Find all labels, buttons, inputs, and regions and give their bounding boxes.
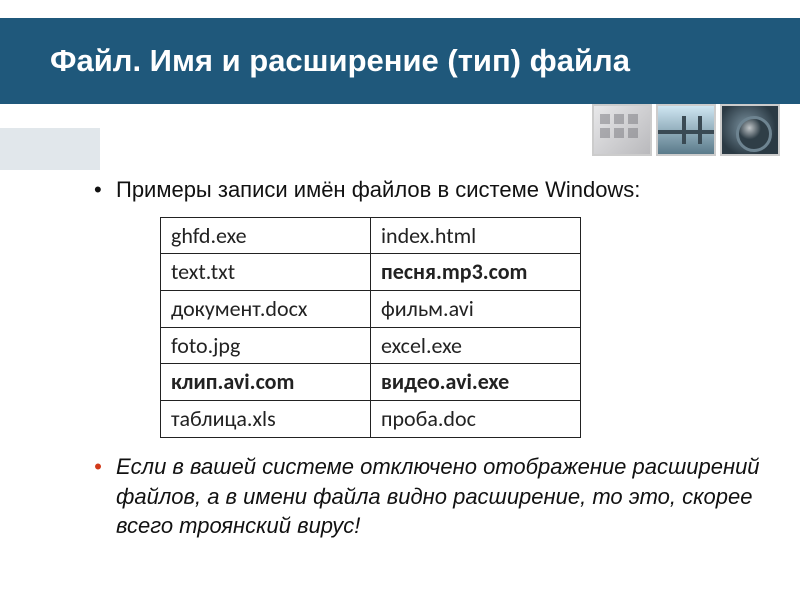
filename-cell: песня.mp3.com	[371, 254, 581, 291]
bridge-icon	[656, 104, 716, 156]
title-band: Файл. Имя и расширение (тип) файла	[0, 18, 800, 104]
camera-lens-icon	[720, 104, 780, 156]
filename-cell: проба.doc	[371, 401, 581, 438]
table-row: foto.jpgexcel.exe	[161, 327, 581, 364]
filenames-tbody: ghfd.exeindex.htmltext.txtпесня.mp3.comд…	[161, 217, 581, 437]
filename-cell: фильм.avi	[371, 291, 581, 328]
warning-text: Если в вашей системе отключено отображен…	[116, 454, 760, 538]
intro-bullet: Примеры записи имён файлов в системе Win…	[90, 175, 770, 438]
decorative-thumbnails	[592, 104, 780, 156]
filename-cell: foto.jpg	[161, 327, 371, 364]
table-row: клип.avi.comвидео.avi.exe	[161, 364, 581, 401]
table-row: text.txtпесня.mp3.com	[161, 254, 581, 291]
filename-cell: text.txt	[161, 254, 371, 291]
filename-cell: документ.docx	[161, 291, 371, 328]
content-area: Примеры записи имён файлов в системе Win…	[90, 175, 770, 541]
filename-cell: index.html	[371, 217, 581, 254]
intro-text: Примеры записи имён файлов в системе Win…	[116, 177, 640, 202]
table-row: таблица.xlsпроба.doc	[161, 401, 581, 438]
table-row: ghfd.exeindex.html	[161, 217, 581, 254]
keyboard-icon	[592, 104, 652, 156]
filenames-table: ghfd.exeindex.htmltext.txtпесня.mp3.comд…	[160, 217, 581, 438]
warning-bullet: Если в вашей системе отключено отображен…	[90, 452, 770, 541]
slide-title: Файл. Имя и расширение (тип) файла	[50, 43, 630, 79]
filename-cell: таблица.xls	[161, 401, 371, 438]
filename-cell: ghfd.exe	[161, 217, 371, 254]
side-accent-box	[0, 128, 100, 170]
table-row: документ.docxфильм.avi	[161, 291, 581, 328]
filename-cell: клип.avi.com	[161, 364, 371, 401]
filename-cell: видео.avi.exe	[371, 364, 581, 401]
filename-cell: excel.exe	[371, 327, 581, 364]
